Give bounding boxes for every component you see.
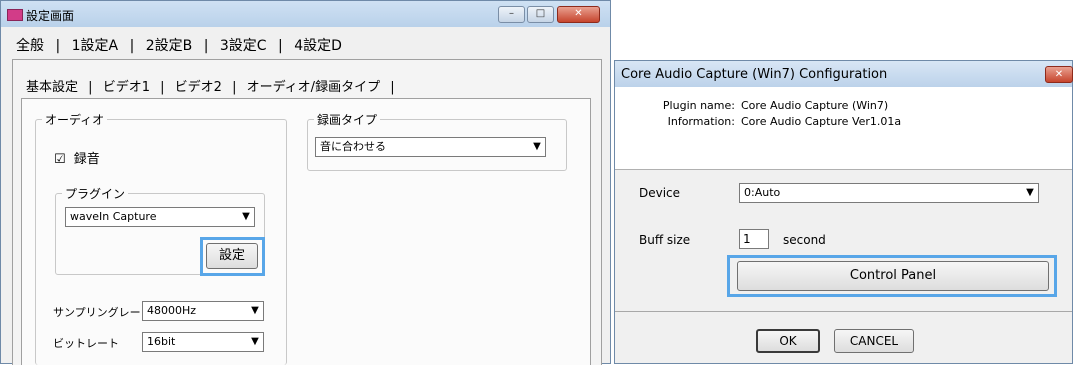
- record-audio-checkbox[interactable]: ☑ 録音: [54, 148, 100, 167]
- tab-separator: |: [203, 38, 209, 54]
- chevron-down-icon[interactable]: ▼: [238, 208, 254, 226]
- tab-separator: |: [129, 38, 135, 54]
- chevron-down-icon[interactable]: ▼: [247, 333, 263, 351]
- minimize-button[interactable]: –: [498, 6, 525, 23]
- device-label: Device: [639, 186, 681, 200]
- chevron-down-icon[interactable]: ▼: [1022, 184, 1038, 202]
- checkbox-mark: ☑: [54, 152, 66, 167]
- config-title-bar[interactable]: Core Audio Capture (Win7) Configuration …: [615, 61, 1073, 87]
- dialog-close-button[interactable]: ✕: [1045, 66, 1073, 83]
- plugin-info-panel: Plugin name: Core Audio Capture (Win7) I…: [615, 87, 1072, 170]
- top-tab-bar: 全般 | 1設定A | 2設定B | 3設定C | 4設定D: [16, 35, 349, 55]
- chevron-down-icon[interactable]: ▼: [247, 302, 263, 320]
- record-type-legend: 録画タイプ: [314, 111, 381, 128]
- cancel-button[interactable]: CANCEL: [834, 329, 914, 353]
- plugin-select-value: waveIn Capture: [70, 210, 157, 223]
- settings-button-highlight: [200, 237, 265, 276]
- tab-separator: |: [88, 80, 93, 95]
- config-dialog-title: Core Audio Capture (Win7) Configuration: [621, 67, 888, 82]
- tab-setting-d[interactable]: 4設定D: [294, 38, 342, 54]
- control-panel-highlight: [727, 255, 1057, 297]
- dialog-separator: [615, 311, 1072, 312]
- sampling-rate-label: サンプリングレート: [53, 306, 152, 319]
- settings-window-title: 設定画面: [26, 9, 75, 23]
- bit-rate-label: ビットレート: [53, 337, 119, 350]
- sub-tab-bar: 基本設定 | ビデオ1 | ビデオ2 | オーディオ/録画タイプ |: [26, 76, 401, 95]
- plugin-select[interactable]: waveIn Capture ▼: [65, 207, 255, 227]
- plugin-name-value: Core Audio Capture (Win7): [741, 99, 889, 112]
- buff-size-label: Buff size: [639, 233, 691, 247]
- tab-audio-record-type[interactable]: オーディオ/録画タイプ: [247, 80, 380, 95]
- tab-video-2[interactable]: ビデオ2: [175, 80, 222, 95]
- record-type-value: 音に合わせる: [320, 140, 386, 153]
- sampling-rate-value: 48000Hz: [147, 304, 197, 317]
- buff-size-unit: second: [783, 233, 826, 247]
- tab-setting-c[interactable]: 3設定C: [220, 38, 267, 54]
- bit-rate-value: 16bit: [147, 335, 176, 348]
- sampling-rate-select[interactable]: 48000Hz ▼: [142, 301, 264, 321]
- plugin-group-legend: プラグイン: [62, 185, 129, 202]
- information-label: Information:: [667, 115, 735, 128]
- tab-setting-b[interactable]: 2設定B: [146, 38, 193, 54]
- app-icon: [7, 9, 23, 21]
- config-dialog: Core Audio Capture (Win7) Configuration …: [614, 60, 1073, 364]
- ok-button[interactable]: OK: [756, 329, 820, 353]
- information-value: Core Audio Capture Ver1.01a: [741, 115, 902, 128]
- close-button[interactable]: ✕: [557, 6, 600, 23]
- record-audio-label: 録音: [73, 152, 100, 167]
- maximize-button[interactable]: □: [527, 6, 554, 23]
- plugin-name-label: Plugin name:: [662, 99, 735, 112]
- tab-separator: |: [55, 38, 61, 54]
- tab-separator: |: [390, 80, 395, 95]
- tab-general[interactable]: 全般: [16, 38, 44, 54]
- audio-group-legend: オーディオ: [42, 111, 108, 128]
- tab-separator: |: [160, 80, 165, 95]
- record-type-select[interactable]: 音に合わせる ▼: [315, 137, 546, 157]
- tab-separator: |: [278, 38, 283, 54]
- device-value: 0:Auto: [744, 186, 781, 199]
- device-select[interactable]: 0:Auto ▼: [739, 183, 1039, 203]
- tab-video-1[interactable]: ビデオ1: [103, 80, 150, 95]
- settings-title-bar[interactable]: 設定画面 – □ ✕: [1, 1, 610, 27]
- tab-setting-a[interactable]: 1設定A: [72, 38, 118, 54]
- buff-size-input[interactable]: 1: [739, 229, 769, 249]
- tab-basic-settings[interactable]: 基本設定: [26, 80, 78, 95]
- settings-window: 設定画面 – □ ✕ 全般 | 1設定A | 2設定B | 3設定C | 4設定…: [0, 0, 611, 365]
- chevron-down-icon[interactable]: ▼: [529, 138, 545, 156]
- bit-rate-select[interactable]: 16bit ▼: [142, 332, 264, 352]
- tab-separator: |: [232, 80, 237, 95]
